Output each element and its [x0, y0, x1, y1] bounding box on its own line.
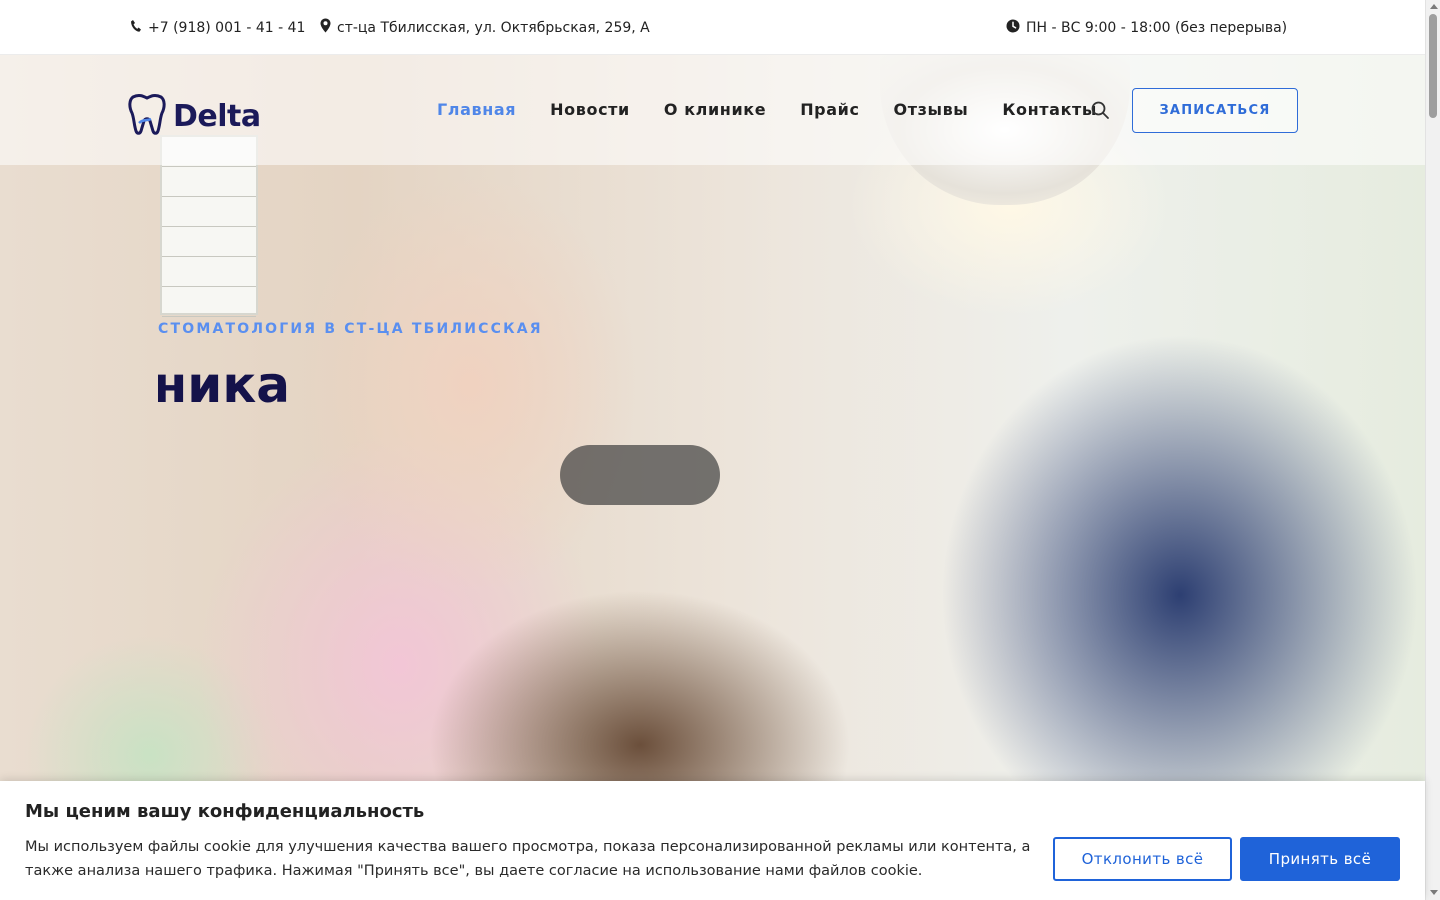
- topbar-hours: ПН - ВС 9:00 - 18:00 (без перерыва): [1006, 0, 1287, 55]
- book-appointment-button[interactable]: ЗАПИСАТЬСЯ: [1132, 88, 1298, 133]
- scroll-down-arrow-icon[interactable]: [1430, 890, 1438, 895]
- nav-item-reviews[interactable]: Отзывы: [894, 97, 969, 123]
- topbar-phone[interactable]: +7 (918) 001 - 41 - 41: [130, 0, 305, 55]
- main-nav: Главная Новости О клинике Прайс Отзывы К…: [437, 97, 1097, 123]
- dental-sink: [560, 445, 720, 505]
- phone-number: +7 (918) 001 - 41 - 41: [148, 19, 306, 36]
- site-logo[interactable]: Delta: [127, 93, 261, 139]
- phone-icon: [130, 19, 142, 37]
- hero-title: ника: [158, 356, 290, 414]
- accept-all-button[interactable]: Принять всё: [1240, 837, 1400, 881]
- hero-subtitle: СТОМАТОЛОГИЯ В СТ-ЦА ТБИЛИССКАЯ: [158, 321, 543, 337]
- cookie-consent-banner: Мы ценим вашу конфиденциальность Мы испо…: [0, 781, 1425, 900]
- top-info-bar: +7 (918) 001 - 41 - 41 ст-ца Тбилисская,…: [0, 0, 1425, 55]
- clock-icon: [1006, 19, 1020, 37]
- hero-title-container: ника: [158, 355, 290, 415]
- cookie-text: Мы используем файлы cookie для улучшения…: [25, 839, 1031, 879]
- hero-image: [0, 55, 1425, 900]
- search-icon[interactable]: [1090, 100, 1110, 120]
- topbar-address[interactable]: ст-ца Тбилисская, ул. Октябрьская, 259, …: [320, 0, 650, 55]
- scroll-up-arrow-icon[interactable]: [1430, 4, 1438, 9]
- tooth-icon: [127, 93, 167, 139]
- cookie-title: Мы ценим вашу конфиденциальность: [25, 801, 425, 822]
- map-pin-icon: [320, 18, 331, 37]
- nav-item-news[interactable]: Новости: [550, 97, 630, 123]
- nav-item-prices[interactable]: Прайс: [800, 97, 859, 123]
- scrollbar-thumb[interactable]: [1429, 14, 1437, 118]
- decline-all-button[interactable]: Отклонить всё: [1053, 837, 1232, 881]
- nav-item-home[interactable]: Главная: [437, 97, 516, 123]
- address-text: ст-ца Тбилисская, ул. Октябрьская, 259, …: [337, 19, 650, 36]
- nav-item-contacts[interactable]: Контакты: [1002, 97, 1097, 123]
- nav-item-about[interactable]: О клинике: [664, 97, 766, 123]
- page-scrollbar[interactable]: [1425, 0, 1440, 900]
- hours-text: ПН - ВС 9:00 - 18:00 (без перерыва): [1026, 19, 1288, 36]
- logo-text: Delta: [173, 98, 261, 134]
